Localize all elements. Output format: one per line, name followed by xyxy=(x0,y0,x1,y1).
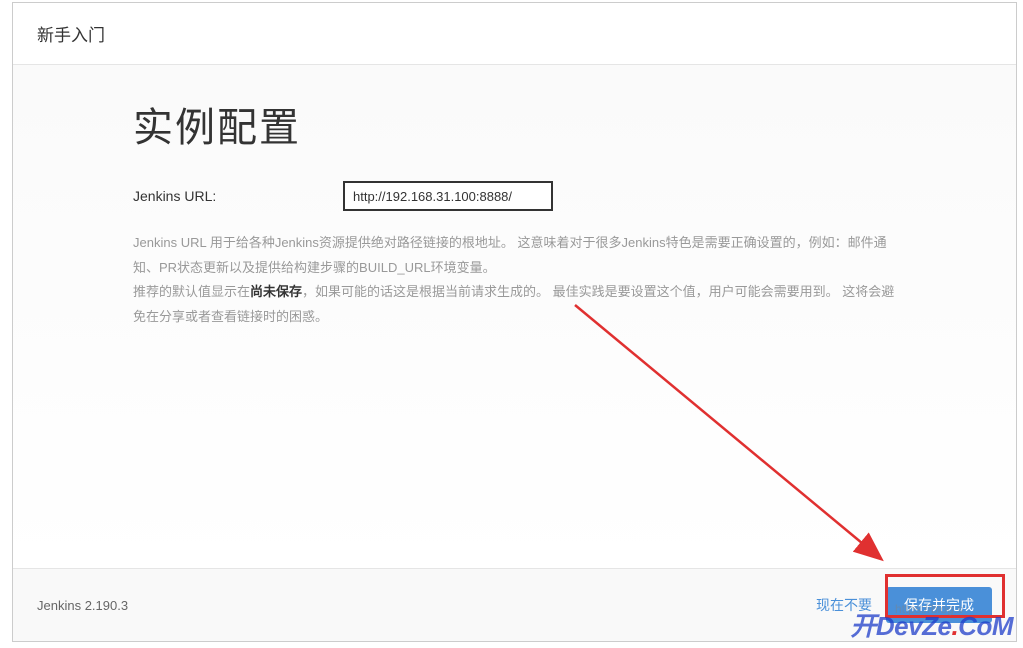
jenkins-url-row: Jenkins URL: xyxy=(133,181,896,211)
modal-header-title: 新手入门 xyxy=(37,21,992,46)
modal-body: 实例配置 Jenkins URL: Jenkins URL 用于给各种Jenki… xyxy=(13,65,1016,568)
jenkins-url-input[interactable] xyxy=(343,181,553,211)
jenkins-url-label: Jenkins URL: xyxy=(133,188,343,204)
description-paragraph-1: Jenkins URL 用于给各种Jenkins资源提供绝对路径链接的根地址。 … xyxy=(133,231,896,280)
save-and-finish-button[interactable]: 保存并完成 xyxy=(886,587,992,623)
modal-header: 新手入门 xyxy=(13,3,1016,65)
description-text: Jenkins URL 用于给各种Jenkins资源提供绝对路径链接的根地址。 … xyxy=(133,231,896,330)
footer-version: Jenkins 2.190.3 xyxy=(37,598,128,613)
modal-footer: Jenkins 2.190.3 现在不要 保存并完成 xyxy=(13,568,1016,641)
desc-p2-strong: 尚未保存 xyxy=(250,284,302,299)
footer-actions: 现在不要 保存并完成 xyxy=(816,587,992,623)
skip-button[interactable]: 现在不要 xyxy=(816,595,872,615)
page-title: 实例配置 xyxy=(133,95,896,153)
desc-p2-prefix: 推荐的默认值显示在 xyxy=(133,284,250,299)
description-paragraph-2: 推荐的默认值显示在尚未保存，如果可能的话这是根据当前请求生成的。 最佳实践是要设… xyxy=(133,280,896,329)
setup-wizard-modal: 新手入门 实例配置 Jenkins URL: Jenkins URL 用于给各种… xyxy=(12,2,1017,642)
